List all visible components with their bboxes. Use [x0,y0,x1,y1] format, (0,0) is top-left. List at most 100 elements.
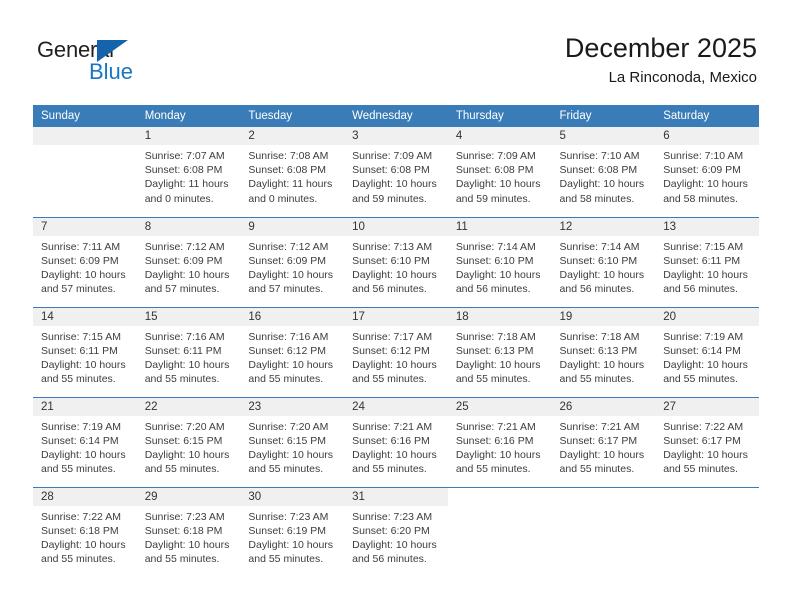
daylight-text-line1: Daylight: 10 hours [455,448,541,461]
day-number: 22 [136,397,241,416]
sunrise-text: Sunrise: 7:13 AM [352,240,433,253]
day-sun-info: Sunrise: 7:13 AM Sunset: 6:10 PM Daylight:… [344,236,448,297]
daylight-text-line1: Daylight: 10 hours [352,358,437,371]
calendar-day-cell[interactable]: 12 Sunrise: 7:14 AM Sunset: 6:10 PM Dayligh… [551,216,656,307]
calendar-day-cell[interactable]: 13 Sunrise: 7:15 AM Sunset: 6:11 PM Dayligh… [655,216,759,307]
calendar-day-cell[interactable]: 4 Sunrise: 7:09 AM Sunset: 6:08 PM Daylight… [447,127,552,217]
calendar-day-cell[interactable]: 29 Sunrise: 7:23 AM Sunset: 6:18 PM Dayligh… [136,486,241,577]
sunset-text: Sunset: 6:15 PM [248,434,327,447]
calendar-day-cell[interactable]: 26 Sunrise: 7:21 AM Sunset: 6:17 PM Dayligh… [551,396,656,487]
daylight-text-line1: Daylight: 10 hours [663,358,748,371]
sunrise-text: Sunrise: 7:18 AM [455,330,536,343]
sunset-text: Sunset: 6:20 PM [352,524,430,537]
calendar-table: Sunday Monday Tuesday Wednesday Thursday… [33,105,759,577]
sunrise-text: Sunrise: 7:23 AM [248,510,329,523]
calendar-day-cell[interactable]: 3 Sunrise: 7:09 AM Sunset: 6:08 PM Daylight… [344,127,448,217]
calendar-week-row: 7 Sunrise: 7:11 AM Sunset: 6:09 PM Daylight… [33,216,759,307]
general-blue-logo[interactable]: General Blue [37,38,167,88]
day-cell-inner: 26 Sunrise: 7:21 AM Sunset: 6:17 PM Dayligh… [551,397,656,487]
day-number: 3 [344,127,448,145]
day-sun-info: Sunrise: 7:20 AM Sunset: 6:15 PM Daylight:… [240,416,344,477]
calendar-day-cell[interactable]: 14 Sunrise: 7:15 AM Sunset: 6:11 PM Dayligh… [33,306,137,397]
daylight-text-line2: and 56 minutes. [559,283,635,296]
calendar-day-cell[interactable]: 24 Sunrise: 7:21 AM Sunset: 6:16 PM Dayligh… [344,396,448,487]
sunset-text: Sunset: 6:12 PM [248,344,327,357]
day-cell-inner [33,127,137,216]
daylight-text-line1: Daylight: 10 hours [663,448,748,461]
calendar-day-cell[interactable]: 15 Sunrise: 7:16 AM Sunset: 6:11 PM Dayligh… [136,306,241,397]
calendar-day-cell[interactable]: 2 Sunrise: 7:08 AM Sunset: 6:08 PM Daylight… [240,127,345,217]
calendar-day-cell[interactable]: 7 Sunrise: 7:11 AM Sunset: 6:09 PM Daylight… [33,216,137,307]
weekday-header-sunday: Sunday [33,105,137,127]
calendar-day-cell[interactable]: 11 Sunrise: 7:14 AM Sunset: 6:10 PM Dayligh… [447,216,552,307]
day-number: 12 [551,217,656,236]
sunset-text: Sunset: 6:14 PM [41,434,119,447]
sunset-text: Sunset: 6:11 PM [144,344,222,357]
calendar-day-cell[interactable]: 27 Sunrise: 7:22 AM Sunset: 6:17 PM Dayligh… [655,396,759,487]
calendar-day-cell[interactable]: 20 Sunrise: 7:19 AM Sunset: 6:14 PM Dayligh… [655,306,759,397]
day-number: 7 [33,217,137,236]
calendar-day-cell[interactable]: 28 Sunrise: 7:22 AM Sunset: 6:18 PM Dayligh… [33,486,137,577]
day-sun-info: Sunrise: 7:21 AM Sunset: 6:16 PM Daylight:… [448,416,552,477]
daylight-text-line1: Daylight: 10 hours [352,268,437,281]
calendar-day-cell[interactable]: 23 Sunrise: 7:20 AM Sunset: 6:15 PM Dayligh… [240,396,345,487]
day-cell-inner: 3 Sunrise: 7:09 AM Sunset: 6:08 PM Daylight… [344,127,448,216]
sunrise-text: Sunrise: 7:14 AM [455,240,536,253]
calendar-day-cell[interactable]: 16 Sunrise: 7:16 AM Sunset: 6:12 PM Dayligh… [240,306,345,397]
daylight-text-line2: and 55 minutes. [41,553,116,566]
day-cell-inner: 24 Sunrise: 7:21 AM Sunset: 6:16 PM Dayligh… [344,397,448,487]
day-number: 19 [551,307,656,326]
calendar-day-cell[interactable]: 10 Sunrise: 7:13 AM Sunset: 6:10 PM Dayligh… [344,216,448,307]
calendar-day-cell[interactable]: 22 Sunrise: 7:20 AM Sunset: 6:15 PM Dayligh… [136,396,241,487]
calendar-day-cell[interactable]: 21 Sunrise: 7:19 AM Sunset: 6:14 PM Dayligh… [33,396,137,487]
calendar-day-cell[interactable]: 8 Sunrise: 7:12 AM Sunset: 6:09 PM Daylight… [136,216,241,307]
logo-text-blue: Blue [89,59,134,84]
sunrise-text: Sunrise: 7:10 AM [559,150,640,162]
calendar-day-cell[interactable]: 9 Sunrise: 7:12 AM Sunset: 6:09 PM Daylight… [240,216,345,307]
daylight-text-line2: and 55 minutes. [663,373,738,386]
day-sun-info: Sunrise: 7:16 AM Sunset: 6:11 PM Daylight:… [137,326,241,387]
location-subtitle: La Rinconoda, Mexico [608,69,757,86]
day-cell-inner: 15 Sunrise: 7:16 AM Sunset: 6:11 PM Dayligh… [136,307,241,397]
calendar-day-cell[interactable]: 30 Sunrise: 7:23 AM Sunset: 6:19 PM Dayligh… [240,486,345,577]
daylight-text-line1: Daylight: 10 hours [41,538,126,551]
day-cell-inner [552,488,656,577]
sunset-text: Sunset: 6:10 PM [352,254,430,267]
day-sun-info: Sunrise: 7:09 AM Sunset: 6:08 PM Daylight:… [344,145,448,206]
day-cell-inner [448,488,552,577]
day-sun-info: Sunrise: 7:10 AM Sunset: 6:09 PM Daylight:… [655,145,759,206]
sunset-text: Sunset: 6:08 PM [248,164,327,177]
daylight-text-line1: Daylight: 10 hours [41,358,126,371]
calendar-day-cell[interactable]: 5 Sunrise: 7:10 AM Sunset: 6:08 PM Daylight… [551,127,656,217]
sunrise-text: Sunrise: 7:09 AM [352,150,433,162]
calendar-day-cell[interactable]: 19 Sunrise: 7:18 AM Sunset: 6:13 PM Dayligh… [551,306,656,397]
weekday-header-monday: Monday [136,105,241,127]
calendar-week-row: 28 Sunrise: 7:22 AM Sunset: 6:18 PM Dayligh… [33,486,759,577]
day-sun-info: Sunrise: 7:23 AM Sunset: 6:19 PM Daylight:… [240,506,344,567]
day-cell-inner: 5 Sunrise: 7:10 AM Sunset: 6:08 PM Daylight… [551,127,656,216]
calendar-day-cell[interactable]: 25 Sunrise: 7:21 AM Sunset: 6:16 PM Dayligh… [447,396,552,487]
day-cell-inner: 2 Sunrise: 7:08 AM Sunset: 6:08 PM Daylight… [240,127,345,216]
day-sun-info: Sunrise: 7:23 AM Sunset: 6:18 PM Daylight:… [137,506,241,567]
day-sun-info: Sunrise: 7:07 AM Sunset: 6:08 PM Daylight:… [137,145,241,206]
daylight-text-line2: and 56 minutes. [663,283,738,296]
sunset-text: Sunset: 6:16 PM [352,434,430,447]
sunrise-text: Sunrise: 7:15 AM [41,330,121,343]
day-cell-inner: 29 Sunrise: 7:23 AM Sunset: 6:18 PM Dayligh… [136,487,241,577]
calendar-day-cell[interactable]: 6 Sunrise: 7:10 AM Sunset: 6:09 PM Daylight… [655,127,759,217]
daylight-text-line1: Daylight: 10 hours [144,538,230,551]
calendar-day-cell[interactable]: 31 Sunrise: 7:23 AM Sunset: 6:20 PM Dayligh… [344,486,448,577]
day-number: 11 [447,217,552,236]
calendar-day-cell[interactable]: 17 Sunrise: 7:17 AM Sunset: 6:12 PM Dayligh… [344,306,448,397]
day-sun-info: Sunrise: 7:21 AM Sunset: 6:16 PM Daylight:… [344,416,448,477]
calendar-day-cell[interactable]: 18 Sunrise: 7:18 AM Sunset: 6:13 PM Dayligh… [447,306,552,397]
weekday-header-tuesday: Tuesday [240,105,345,127]
day-number: 4 [447,127,552,145]
day-sun-info: Sunrise: 7:10 AM Sunset: 6:08 PM Daylight:… [552,145,656,206]
day-number: 20 [655,307,759,326]
day-sun-info: Sunrise: 7:16 AM Sunset: 6:12 PM Daylight:… [240,326,344,387]
sunset-text: Sunset: 6:17 PM [559,434,638,447]
daylight-text-line1: Daylight: 10 hours [559,268,645,281]
calendar-day-cell[interactable]: 1 Sunrise: 7:07 AM Sunset: 6:08 PM Daylight… [136,127,241,217]
day-sun-info: Sunrise: 7:12 AM Sunset: 6:09 PM Daylight:… [240,236,344,297]
